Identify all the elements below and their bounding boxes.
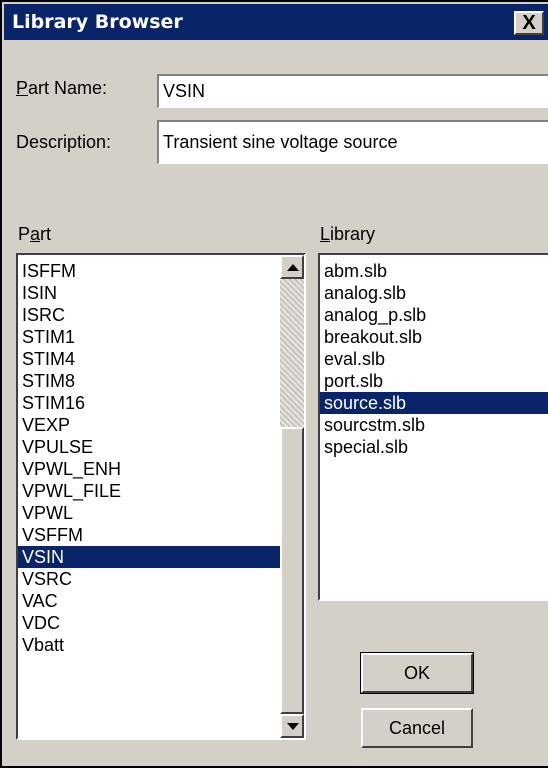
library-list-item[interactable]: analog.slb (320, 282, 548, 304)
description-field: Transient sine voltage source (157, 120, 548, 164)
library-list-item[interactable]: special.slb (320, 436, 548, 458)
part-list-item[interactable]: VSFFM (18, 524, 280, 546)
arrow-down-icon (287, 723, 299, 730)
title-bar[interactable]: Library Browser X (4, 4, 548, 40)
part-list-item[interactable]: VPULSE (18, 436, 280, 458)
close-button[interactable]: X (514, 11, 544, 35)
part-list-item[interactable]: VPWL_FILE (18, 480, 280, 502)
part-list-item[interactable]: ISFFM (18, 260, 280, 282)
library-list-item[interactable]: source.slb (320, 392, 548, 414)
library-list-item[interactable]: analog_p.slb (320, 304, 548, 326)
part-name-label: Part Name: (16, 78, 108, 98)
library-listbox[interactable]: abm.slb analog.slb analog_p.slb breakout.sl… (318, 253, 548, 601)
arrow-up-icon (287, 264, 299, 271)
part-list-item[interactable]: ISRC (18, 304, 280, 326)
part-list-item[interactable]: VSRC (18, 568, 280, 590)
library-list-item[interactable]: breakout.slb (320, 326, 548, 348)
close-icon: X (522, 12, 536, 34)
part-listbox[interactable]: ISFFM ISIN ISRC STIM1 STIM4 STIM8 STIM16 VEXP VP… (16, 253, 306, 740)
scroll-thumb[interactable] (280, 427, 304, 714)
part-list-item[interactable]: VSIN (18, 546, 280, 568)
part-list-item[interactable]: VDC (18, 612, 280, 634)
description-label: Description: (16, 132, 112, 152)
part-list-item[interactable]: STIM16 (18, 392, 280, 414)
part-list-item[interactable]: VPWL_ENH (18, 458, 280, 480)
part-list-item[interactable]: ISIN (18, 282, 280, 304)
part-name-input[interactable]: VSIN (157, 74, 548, 108)
part-list-item[interactable]: STIM8 (18, 370, 280, 392)
library-list-item[interactable]: port.slb (320, 370, 548, 392)
part-list-item[interactable]: Vbatt (18, 634, 280, 656)
library-browser-window: Library Browser X Part Name: VSIN Descri… (0, 0, 548, 768)
part-list-label: Part (18, 224, 52, 244)
window-title: Library Browser (12, 11, 183, 33)
part-list-item[interactable]: VEXP (18, 414, 280, 436)
part-list-item[interactable]: STIM1 (18, 326, 280, 348)
library-list-label: Library (320, 224, 376, 244)
part-scrollbar[interactable] (280, 255, 304, 738)
library-list-item[interactable]: eval.slb (320, 348, 548, 370)
scroll-down-button[interactable] (280, 714, 304, 738)
scroll-up-button[interactable] (280, 255, 304, 279)
library-list-item[interactable]: abm.slb (320, 260, 548, 282)
part-list-item[interactable]: VPWL (18, 502, 280, 524)
library-list-item[interactable]: sourcstm.slb (320, 414, 548, 436)
part-list-item[interactable]: STIM4 (18, 348, 280, 370)
part-list-item[interactable]: VAC (18, 590, 280, 612)
ok-button[interactable]: OK (360, 652, 474, 694)
cancel-button[interactable]: Cancel (361, 708, 473, 748)
